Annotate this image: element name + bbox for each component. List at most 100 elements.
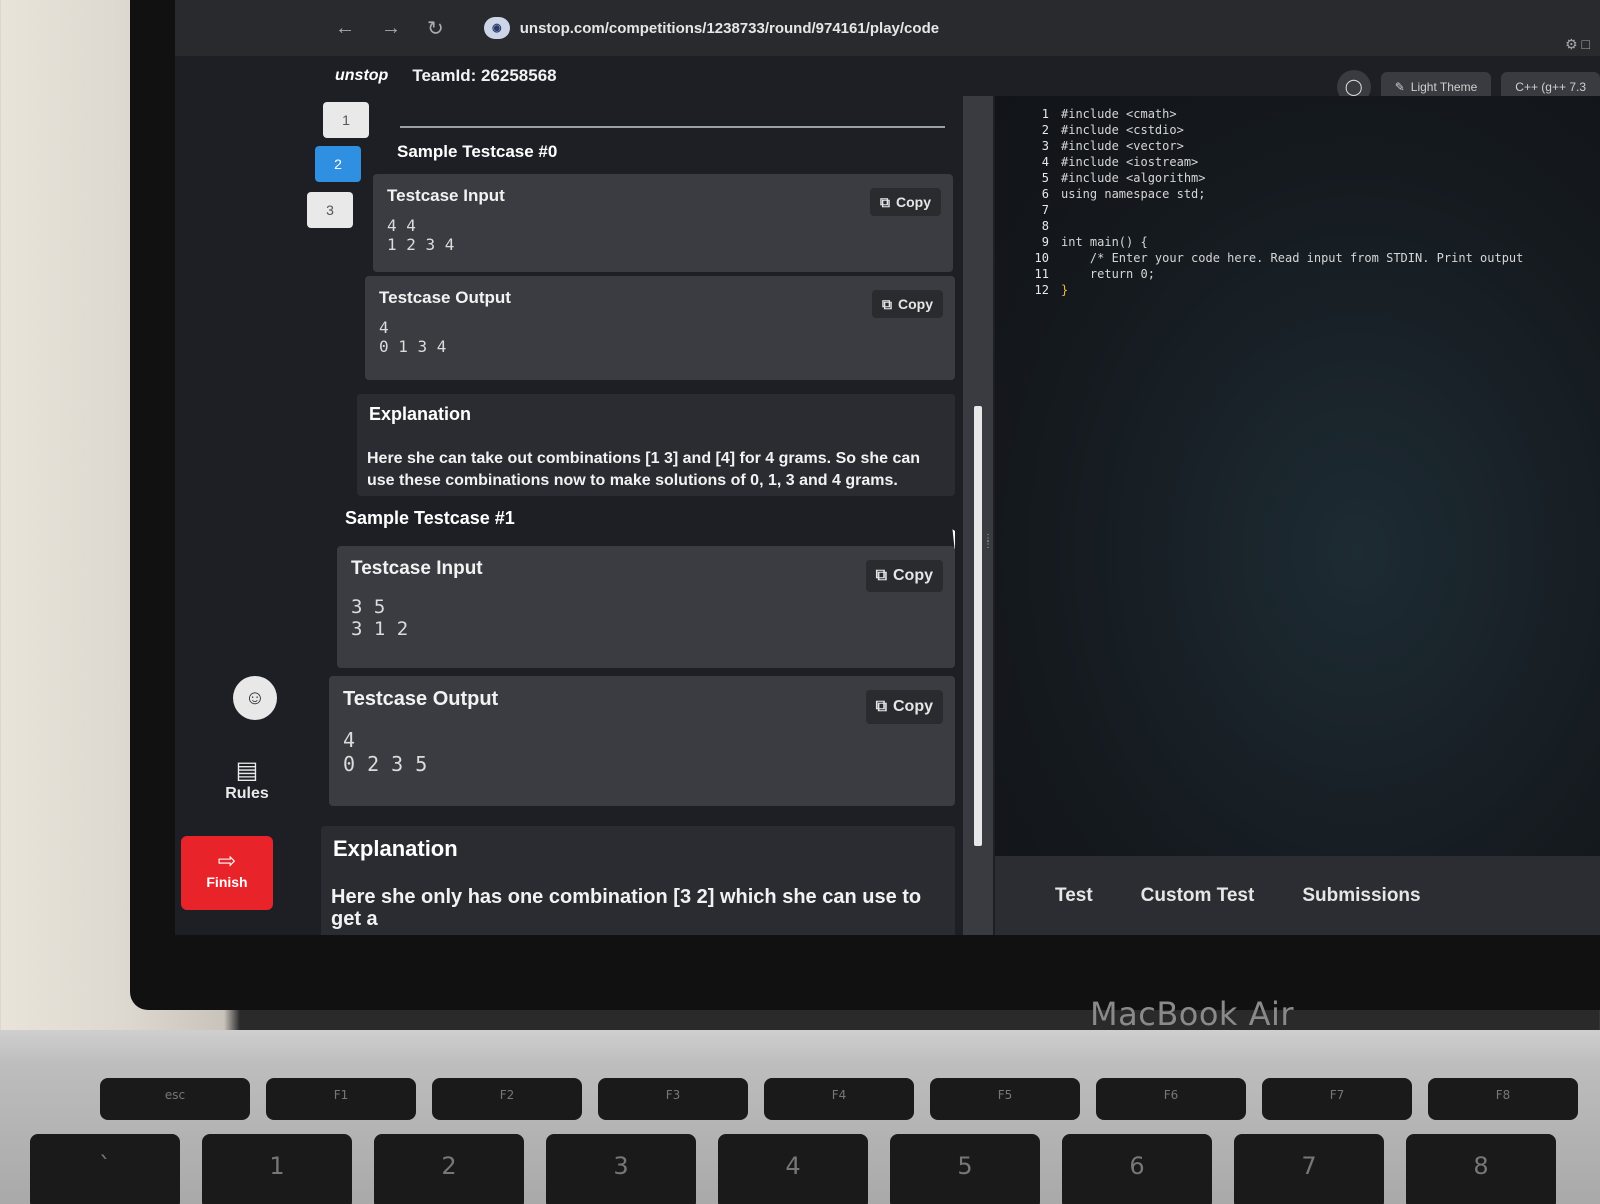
copy-input-button[interactable]: ⧉ Copy <box>865 560 943 592</box>
line-number: 12 <box>1034 283 1049 297</box>
code-line: #include <algorithm> <box>1061 171 1206 185</box>
number-key: 1 <box>202 1134 352 1204</box>
copy-output-button[interactable]: ⧉ Copy <box>865 690 943 724</box>
explanation-label: Explanation <box>369 404 472 424</box>
testcase-output-values: 4 0 2 3 5 <box>343 728 428 776</box>
code-editor[interactable]: 1 2 3 4 5 6 7 8 9 10 11 12 #include <cmath> #include… <box>995 96 1600 856</box>
rules-label: Rules <box>225 785 269 802</box>
testcase-input-label: Testcase Input <box>387 186 505 205</box>
line-number: 5 <box>1041 171 1049 185</box>
reload-icon[interactable]: ↻ <box>427 16 444 41</box>
pane-splitter[interactable]: ⋮ ⋮ <box>963 96 993 935</box>
number-key: ` <box>30 1134 180 1204</box>
number-key: 7 <box>1234 1134 1384 1204</box>
function-key: F8 <box>1428 1078 1578 1120</box>
function-key: F7 <box>1262 1078 1412 1120</box>
function-key: esc <box>100 1078 250 1120</box>
finish-button[interactable]: ⇨ Finish <box>181 836 273 910</box>
tab-custom-test[interactable]: Custom Test <box>1141 885 1255 907</box>
site-info-icon[interactable]: ◉ <box>483 17 510 39</box>
editor-tab-bar: Test Custom Test Submissions <box>995 856 1600 935</box>
testcase-input-values: 4 4 1 2 3 4 <box>387 216 455 254</box>
explanation-label: Explanation <box>333 836 458 861</box>
code-line: #include <vector> <box>1061 139 1184 153</box>
photo-scene: ← → ↻ ◉ unstop.com/competitions/1238733/… <box>0 0 1600 1204</box>
number-key: 8 <box>1406 1134 1556 1204</box>
testcase-input-values: 3 5 3 1 2 <box>351 596 409 640</box>
explanation-text: Here she can take out combinations [1 3]… <box>367 450 921 489</box>
testcase-0-explanation: Explanation Here she can take out combin… <box>357 394 955 496</box>
line-number: 7 <box>1041 203 1049 217</box>
number-key: 3 <box>546 1134 696 1204</box>
line-number: 9 <box>1041 235 1049 249</box>
drag-handle-icon[interactable]: ⋮ ⋮ <box>983 534 993 550</box>
code-line: int main() { <box>1061 235 1148 249</box>
macbook-air-label: MacBook Air <box>1090 995 1295 1033</box>
line-number: 6 <box>1041 187 1049 201</box>
rules-button[interactable]: ▤ Rules <box>217 756 277 803</box>
line-number: 4 <box>1041 155 1049 169</box>
back-arrow-icon[interactable]: ← <box>335 17 355 40</box>
sample-testcase-0-title: Sample Testcase #0 <box>397 142 558 161</box>
copy-output-button[interactable]: ⧉ Copy <box>872 290 943 318</box>
testcase-1-explanation: Explanation Here she only has one combin… <box>321 826 955 935</box>
code-line: } <box>1061 283 1069 297</box>
code-line: #include <cstdio> <box>1061 123 1184 137</box>
testcase-output-label: Testcase Output <box>379 288 511 307</box>
number-key: 4 <box>718 1134 868 1204</box>
copy-label: Copy <box>893 567 933 584</box>
line-number: 10 <box>1034 251 1049 265</box>
code-line: return 0; <box>1061 267 1155 281</box>
code-line: /* Enter your code here. Read input from… <box>1061 251 1524 265</box>
copy-label: Copy <box>898 296 933 312</box>
question-rail: 1 2 3 ☺ ▤ Rules ⇨ Finish <box>175 96 369 935</box>
forward-arrow-icon[interactable]: → <box>381 17 401 40</box>
function-key: F5 <box>930 1078 1080 1120</box>
testcase-input-label: Testcase Input <box>351 558 483 579</box>
tab-test[interactable]: Test <box>1055 885 1093 907</box>
testcase-0-output-box: Testcase Output 4 0 1 3 4 ⧉ Copy <box>365 276 955 380</box>
code-line: using namespace std; <box>1061 187 1206 201</box>
copy-icon: ⧉ <box>875 698 887 715</box>
laptop-screen: ← → ↻ ◉ unstop.com/competitions/1238733/… <box>175 0 1600 935</box>
line-number: 8 <box>1041 219 1049 233</box>
copy-icon: ⧉ <box>875 567 887 584</box>
testcase-output-label: Testcase Output <box>343 688 499 710</box>
testcase-0-input-box: Testcase Input 4 4 1 2 3 4 ⧉ Copy <box>373 174 953 272</box>
url-text: unstop.com/competitions/1238733/round/97… <box>519 19 940 37</box>
line-number: 11 <box>1034 267 1049 281</box>
number-key: 2 <box>374 1134 524 1204</box>
code-line: #include <cmath> <box>1061 107 1177 121</box>
clipboard-icon: ▤ <box>235 757 259 784</box>
unstop-logo[interactable]: unstop <box>335 67 388 85</box>
sample-testcase-1-title: Sample Testcase #1 <box>345 508 515 528</box>
team-id: TeamId: 26258568 <box>412 66 557 85</box>
function-key: F6 <box>1096 1078 1246 1120</box>
line-number: 2 <box>1041 123 1049 137</box>
light-theme-label: Light Theme <box>1410 80 1478 94</box>
function-key: F4 <box>764 1078 914 1120</box>
scrollbar-thumb[interactable] <box>974 406 982 846</box>
language-label: C++ (g++ 7.3 <box>1515 80 1586 94</box>
pencil-icon: ✎ <box>1394 80 1405 94</box>
function-key: F2 <box>432 1078 582 1120</box>
problem-pane: Sample Testcase #0 Testcase Input 4 4 1 … <box>305 96 955 935</box>
address-bar[interactable]: ◉ unstop.com/competitions/1238733/round/… <box>470 11 953 45</box>
explanation-text: Here she only has one combination [3 2] … <box>331 886 922 930</box>
copy-icon: ⧉ <box>880 193 890 210</box>
copy-input-button[interactable]: ⧉ Copy <box>870 188 941 216</box>
line-number-gutter: 1 2 3 4 5 6 7 8 9 10 11 12 <box>1019 106 1049 298</box>
extensions-icon[interactable]: ⚙ □ <box>1565 36 1590 53</box>
testcase-1-output-box: Testcase Output 4 0 2 3 5 ⧉ Copy <box>329 676 955 806</box>
code-area[interactable]: #include <cmath> #include <cstdio> #includ… <box>1061 106 1600 298</box>
finish-label: Finish <box>206 874 248 890</box>
tab-submissions[interactable]: Submissions <box>1302 885 1420 907</box>
function-key: F1 <box>266 1078 416 1120</box>
function-key: F3 <box>598 1078 748 1120</box>
number-key: 5 <box>890 1134 1040 1204</box>
testcase-output-values: 4 0 1 3 4 <box>379 318 447 356</box>
code-line: #include <iostream> <box>1061 155 1199 169</box>
copy-label: Copy <box>893 698 933 715</box>
support-chat-icon[interactable]: ☺ <box>233 676 277 720</box>
